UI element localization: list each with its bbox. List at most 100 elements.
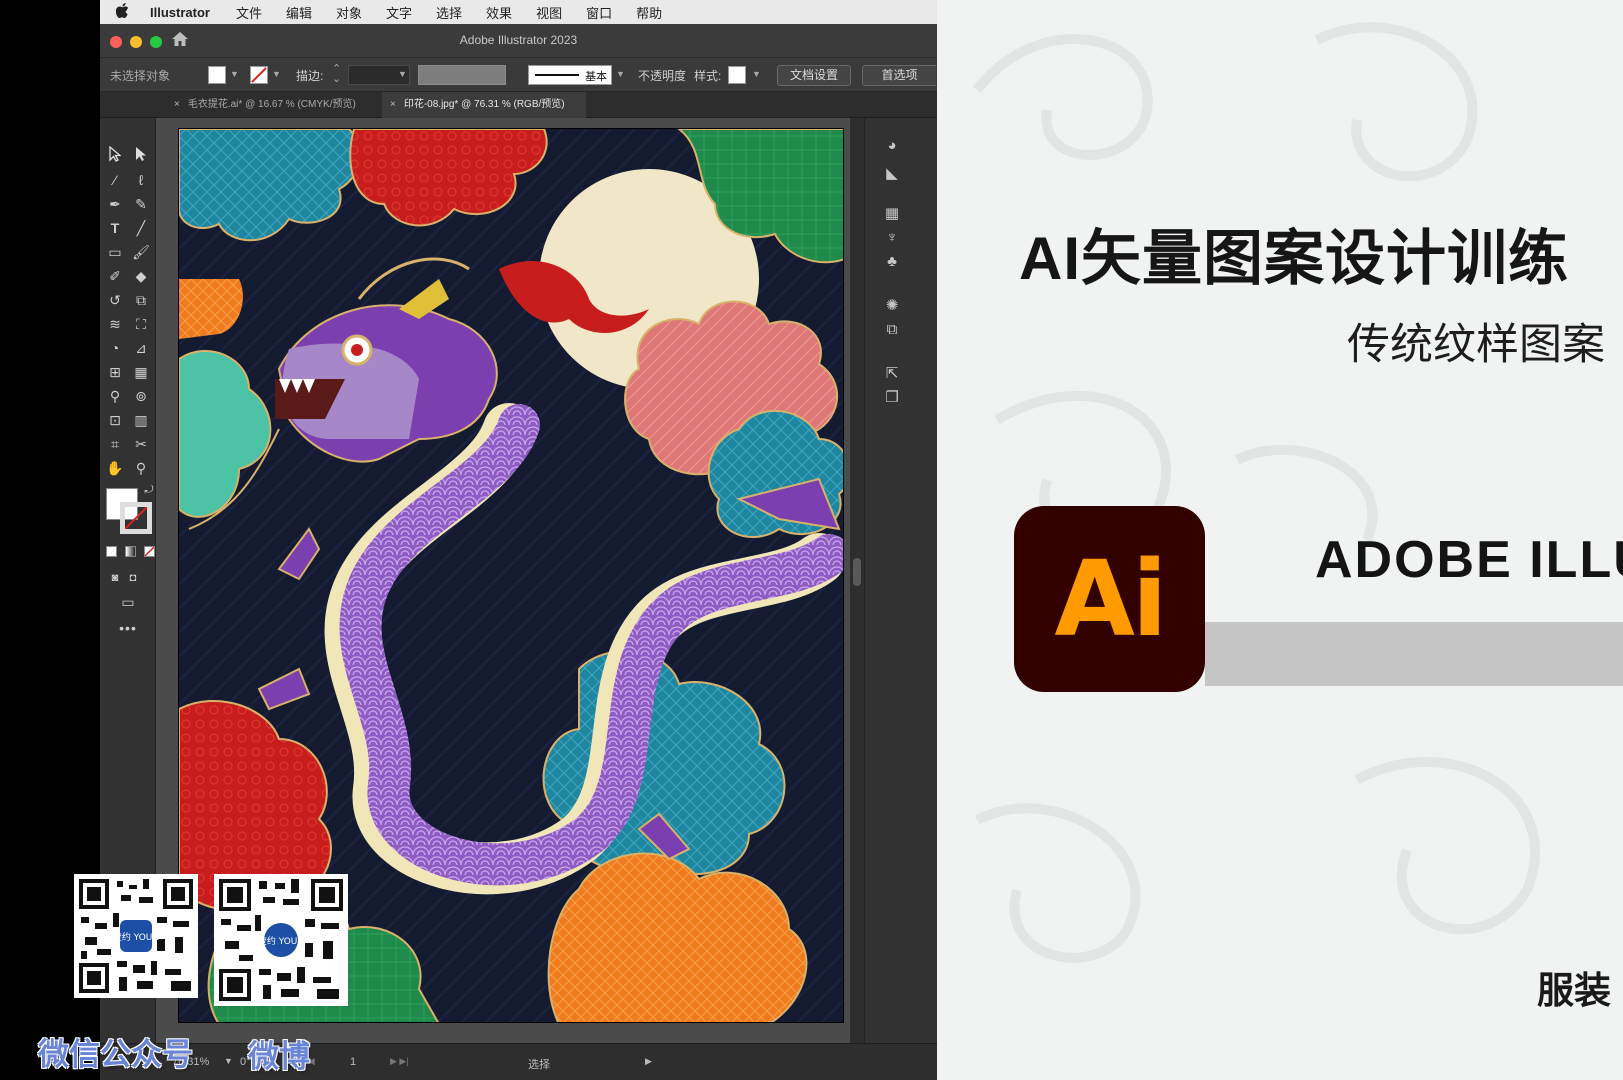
column-graph-tool-icon[interactable]: ▥ xyxy=(130,410,152,430)
hand-tool-icon[interactable]: ✋ xyxy=(104,458,126,478)
tab-print-08[interactable]: × 印花-08.jpg* @ 76.31 % (RGB/预览) xyxy=(382,92,586,118)
menu-file[interactable]: 文件 xyxy=(224,3,274,22)
symbol-sprayer-tool-icon[interactable]: ⊡ xyxy=(104,410,126,430)
color-mode-icon[interactable] xyxy=(106,546,117,557)
weibo-label: 微博 xyxy=(248,1039,310,1074)
wechat-qr-code: 壹约 YOUN xyxy=(74,874,198,998)
stroke-color-box[interactable] xyxy=(120,502,152,534)
apple-menu-icon[interactable] xyxy=(100,2,144,22)
fill-swatch[interactable] xyxy=(208,66,226,84)
gradient-mode-icon[interactable] xyxy=(125,546,136,557)
chevron-down-icon[interactable]: ▼ xyxy=(272,69,281,79)
artboard-tool-icon[interactable]: ⌗ xyxy=(104,434,126,454)
curvature-tool-icon[interactable]: ✎ xyxy=(130,194,152,214)
stroke-swatch[interactable] xyxy=(250,66,268,84)
direct-selection-tool-icon[interactable] xyxy=(130,146,152,166)
shaper-tool-icon[interactable]: ✐ xyxy=(104,266,126,286)
chevron-down-icon[interactable]: ▼ xyxy=(752,69,761,79)
gradient-tool-icon[interactable]: ▦ xyxy=(130,362,152,382)
slide-bottom-text: 服装 xyxy=(1537,970,1611,1011)
menu-object[interactable]: 对象 xyxy=(324,3,374,22)
variable-width-profile[interactable] xyxy=(418,65,506,85)
qr-badge-text: 壹约 YOUN xyxy=(113,931,159,943)
lasso-tool-icon[interactable]: ℓ xyxy=(130,170,152,190)
document-setup-button[interactable]: 文档设置 xyxy=(777,65,851,86)
close-tab-icon[interactable]: × xyxy=(174,99,180,110)
control-bar: 未选择对象 ▼ ▼ 描边: ⌃ ⌄ ▼ 基本 ▼ 不透明度 样式: ▼ 文档设置 … xyxy=(100,58,937,92)
slide-brand-text: ADOBE ILLUSTRATOR xyxy=(1315,531,1623,589)
menu-type[interactable]: 文字 xyxy=(374,3,424,22)
next-artboard-icon[interactable]: ▶ ▶| xyxy=(390,1056,409,1067)
stroke-label: 描边: xyxy=(296,69,324,83)
menu-view[interactable]: 视图 xyxy=(524,3,574,22)
tab-label: 毛衣提花.ai* @ 16.67 % (CMYK/预览) xyxy=(187,99,356,110)
color-panel-icon[interactable]: ◕ xyxy=(881,136,903,156)
paintbrush-tool-icon[interactable]: 🖌 xyxy=(130,242,152,262)
type-tool-icon[interactable]: T xyxy=(104,218,126,238)
stepper-icon[interactable]: ⌃ ⌄ xyxy=(332,64,341,85)
rotate-tool-icon[interactable]: ↺ xyxy=(104,290,126,310)
screen: Illustrator 文件 编辑 对象 文字 选择 效果 视图 窗口 帮助 A… xyxy=(0,0,1623,1080)
chevron-down-icon[interactable]: ▼ xyxy=(398,69,407,79)
preferences-button[interactable]: 首选项 xyxy=(862,65,936,86)
layers-icon[interactable]: ❐ xyxy=(881,388,903,408)
scrollbar-thumb[interactable] xyxy=(853,558,861,586)
appearance-icon[interactable]: ✺ xyxy=(881,296,903,316)
menu-window[interactable]: 窗口 xyxy=(574,3,624,22)
swatches-icon[interactable]: ▦ xyxy=(881,204,903,224)
perspective-grid-tool-icon[interactable]: ⊿ xyxy=(130,338,152,358)
symbols-icon[interactable]: ♣ xyxy=(881,252,903,272)
tab-sweater-jacquard[interactable]: × 毛衣提花.ai* @ 16.67 % (CMYK/预览) xyxy=(166,92,382,118)
magic-wand-tool-icon[interactable]: ⁄ xyxy=(104,170,126,190)
current-tool-name: 选择 xyxy=(528,1059,550,1071)
style-label: 样式: xyxy=(694,69,722,83)
opacity-label[interactable]: 不透明度 xyxy=(638,67,686,84)
export-icon[interactable]: ⇱ xyxy=(881,364,903,384)
menu-help[interactable]: 帮助 xyxy=(624,3,674,22)
menu-app-name[interactable]: Illustrator xyxy=(144,5,224,20)
graphic-styles-icon[interactable]: ⧉ xyxy=(881,320,903,340)
line-tool-icon[interactable]: ╱ xyxy=(130,218,152,238)
menu-effect[interactable]: 效果 xyxy=(474,3,524,22)
more-tools-icon[interactable]: ••• xyxy=(117,618,139,638)
play-icon[interactable]: ▶ xyxy=(645,1056,652,1067)
blend-tool-icon[interactable]: ⊚ xyxy=(130,386,152,406)
course-slide: AI矢量图案设计训练 传统纹样图案 Ai ADOBE ILLUSTRATOR 服… xyxy=(937,0,1623,1080)
selection-status: 未选择对象 xyxy=(110,69,171,83)
shape-builder-tool-icon[interactable]: ◔ xyxy=(104,338,126,358)
rectangle-tool-icon[interactable]: ▭ xyxy=(104,242,126,262)
brush-stroke-style[interactable]: 基本 xyxy=(528,65,612,85)
mesh-tool-icon[interactable]: ⊞ xyxy=(104,362,126,382)
eraser-tool-icon[interactable]: ◆ xyxy=(130,266,152,286)
artboard-number[interactable]: 1 xyxy=(350,1056,356,1068)
zoom-tool-icon[interactable]: ⚲ xyxy=(130,458,152,478)
draw-behind-icon[interactable]: ◘ xyxy=(122,568,144,588)
window-title: Adobe Illustrator 2023 xyxy=(459,33,578,47)
selection-tool-icon[interactable] xyxy=(104,145,126,166)
color-guide-icon[interactable]: ◣ xyxy=(881,164,903,184)
pen-tool-icon[interactable]: ✒ xyxy=(104,194,126,214)
chevron-down-icon[interactable]: ▼ xyxy=(224,1056,233,1066)
close-tab-icon[interactable]: × xyxy=(390,99,396,110)
stroke-style-label: 基本 xyxy=(585,71,607,83)
vertical-scrollbar[interactable] xyxy=(850,118,864,1043)
warp-tool-icon[interactable]: ≋ xyxy=(104,314,126,334)
illustrator-logo-icon: Ai xyxy=(1014,506,1205,692)
right-panel-dock: ◕ ◣ ▦ ♆ ♣ ✺ ⧉ ⇱ ❐ xyxy=(864,118,937,1043)
slice-tool-icon[interactable]: ✂ xyxy=(130,434,152,454)
screen-mode-icon[interactable]: ▭ xyxy=(117,592,139,612)
brushes-icon[interactable]: ♆ xyxy=(881,228,903,248)
none-mode-icon[interactable] xyxy=(144,546,155,557)
eyedropper-tool-icon[interactable]: ⚲ xyxy=(104,386,126,406)
menu-select[interactable]: 选择 xyxy=(424,3,474,22)
chevron-down-icon[interactable]: ▼ xyxy=(616,69,625,79)
free-transform-tool-icon[interactable]: ⛶ xyxy=(130,314,152,334)
menu-edit[interactable]: 编辑 xyxy=(274,3,324,22)
window-titlebar: Adobe Illustrator 2023 xyxy=(100,24,937,58)
scale-tool-icon[interactable]: ⧉ xyxy=(130,290,152,310)
wechat-label: 微信公众号 xyxy=(38,1037,193,1072)
status-bar: 76.31% ▼ 0° |◀ ◀ 1 ▶ ▶| 选择 ▶ xyxy=(100,1043,937,1080)
graphic-style-swatch[interactable] xyxy=(728,66,746,84)
chevron-down-icon[interactable]: ▼ xyxy=(230,69,239,79)
qr-badge-text: 壹约 YOUN xyxy=(258,935,304,947)
